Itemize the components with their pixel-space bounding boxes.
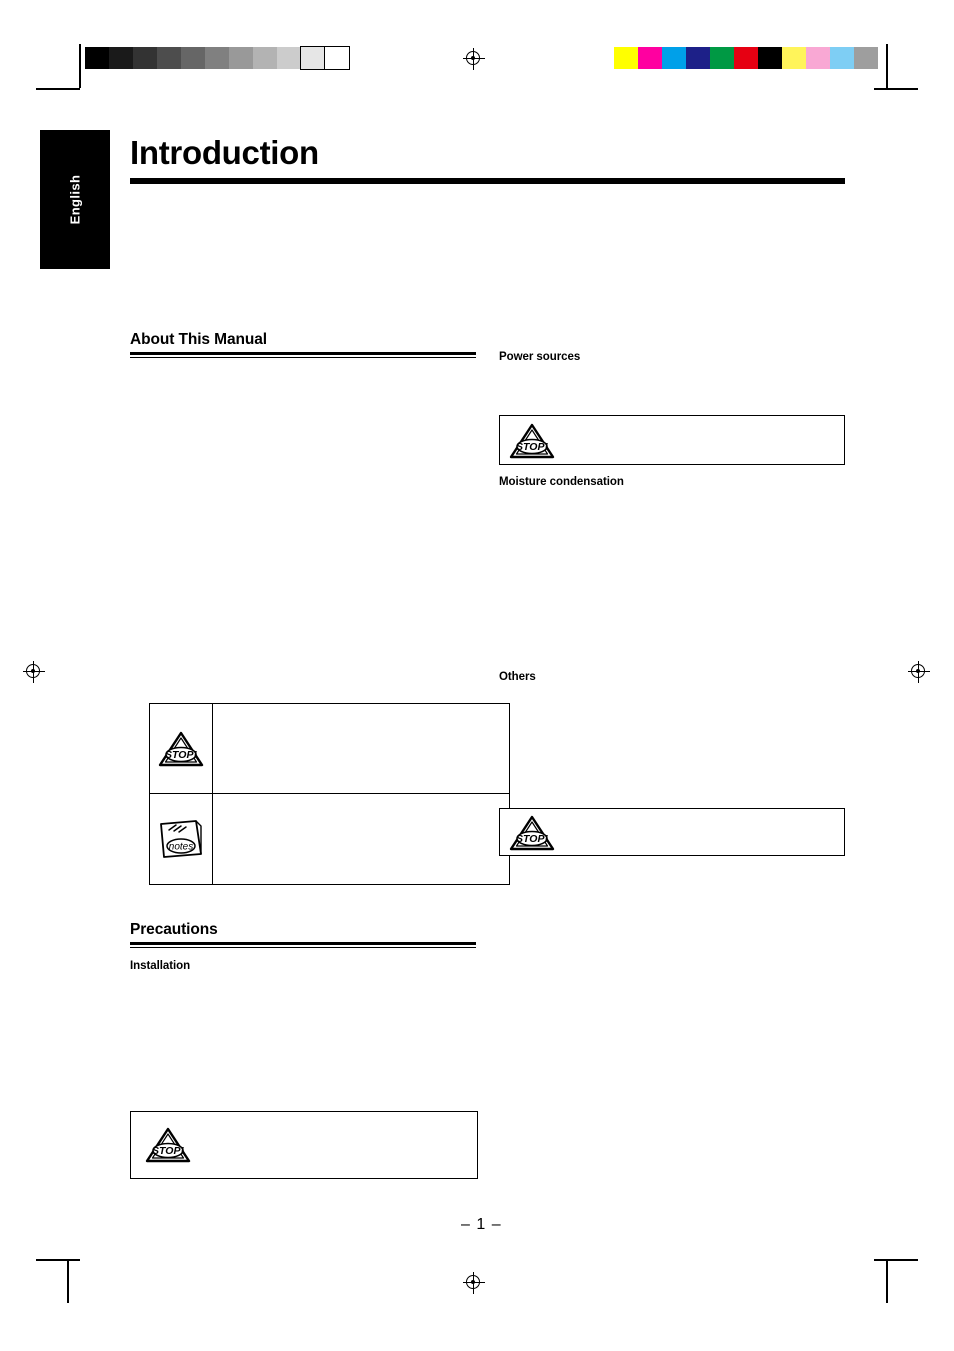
- color-swatch: [662, 47, 686, 69]
- caution-box-power-sources: STOP!: [499, 415, 845, 465]
- registration-target-icon: [463, 1272, 485, 1294]
- language-side-tab: English: [40, 130, 110, 269]
- page-title-rule: [130, 178, 845, 184]
- svg-text:notes: notes: [169, 842, 193, 853]
- caution-box-installation: STOP!: [130, 1111, 478, 1179]
- color-swatch: [806, 47, 830, 69]
- grayscale-swatch: [205, 47, 229, 69]
- stop-icon: STOP!: [158, 730, 204, 768]
- color-swatch: [782, 47, 806, 69]
- stop-icon: STOP!: [145, 1126, 191, 1164]
- grayscale-swatch: [300, 46, 326, 70]
- grayscale-calibration-bar: [85, 46, 350, 70]
- section-rule-precautions: [130, 942, 476, 945]
- side-tab-label: English: [67, 174, 83, 225]
- legend-row-notes-icon-cell: notes: [150, 794, 213, 884]
- svg-text:STOP!: STOP!: [516, 833, 548, 845]
- table-row: STOP!: [150, 704, 509, 794]
- grayscale-swatch: [133, 47, 157, 69]
- legend-table: STOP! notes: [149, 703, 510, 885]
- color-swatch: [614, 47, 638, 69]
- grayscale-swatch: [157, 47, 181, 69]
- color-swatch: [686, 47, 710, 69]
- crop-mark-bottom-left-horizontal: [36, 1259, 80, 1261]
- crop-mark-top-right-horizontal: [874, 88, 918, 90]
- grayscale-swatch: [277, 47, 301, 69]
- section-rule-precautions-thin: [130, 947, 476, 948]
- color-swatch: [830, 47, 854, 69]
- page-title: Introduction: [130, 134, 319, 171]
- stop-icon: STOP!: [509, 422, 555, 460]
- color-swatch: [758, 47, 782, 69]
- color-swatch: [710, 47, 734, 69]
- subheading-power-sources: Power sources: [499, 351, 581, 363]
- registration-target-icon: [463, 48, 485, 70]
- section-rule-about-this-manual-thin: [130, 357, 476, 358]
- table-row: notes: [150, 794, 509, 884]
- svg-text:STOP!: STOP!: [165, 749, 197, 761]
- subheading-installation: Installation: [130, 960, 191, 972]
- svg-text:STOP!: STOP!: [152, 1145, 184, 1157]
- grayscale-swatch: [181, 47, 205, 69]
- legend-row-stop-text: [213, 704, 509, 793]
- crop-mark-bottom-right-vertical: [886, 1259, 888, 1303]
- section-rule-about-this-manual: [130, 352, 476, 355]
- section-heading-about-this-manual: About This Manual: [130, 331, 267, 348]
- grayscale-swatch: [229, 47, 253, 69]
- stop-icon: STOP!: [509, 814, 555, 852]
- notes-icon: notes: [156, 818, 206, 860]
- color-swatch: [638, 47, 662, 69]
- legend-row-stop-icon-cell: STOP!: [150, 704, 213, 793]
- color-calibration-bar: [614, 47, 878, 69]
- subheading-others: Others: [499, 671, 536, 683]
- caution-box-others: STOP!: [499, 808, 845, 856]
- crop-mark-top-right-vertical: [886, 44, 888, 88]
- legend-row-notes-text: [213, 794, 509, 884]
- grayscale-swatch: [253, 47, 277, 69]
- page-number: – 1 –: [461, 1216, 502, 1233]
- svg-text:STOP!: STOP!: [516, 441, 548, 453]
- grayscale-swatch: [85, 47, 109, 69]
- color-swatch: [734, 47, 758, 69]
- registration-target-icon: [908, 661, 930, 683]
- crop-mark-top-left-vertical: [79, 44, 81, 88]
- grayscale-swatch: [109, 47, 133, 69]
- subheading-moisture-condensation: Moisture condensation: [499, 476, 624, 488]
- registration-target-icon: [23, 661, 45, 683]
- crop-mark-bottom-left-vertical: [67, 1259, 69, 1303]
- crop-mark-top-left-horizontal: [36, 88, 80, 90]
- color-swatch: [854, 47, 878, 69]
- grayscale-swatch: [324, 46, 350, 70]
- section-heading-precautions: Precautions: [130, 921, 218, 938]
- crop-mark-bottom-right-horizontal: [874, 1259, 918, 1261]
